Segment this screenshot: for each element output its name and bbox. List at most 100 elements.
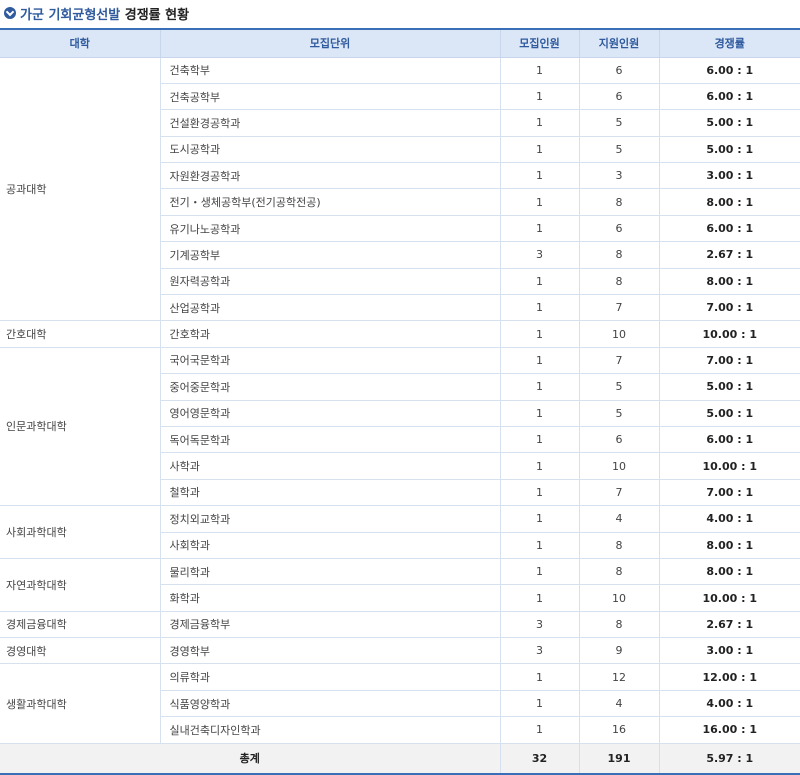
applicants-cell: 10 [579,584,660,612]
college-cell: 경영대학 [0,637,161,665]
applicants-cell: 16 [579,716,660,744]
quota-cell: 1 [500,109,580,137]
ratio-cell: 8.00 : 1 [659,188,800,216]
ratio-cell: 7.00 : 1 [659,347,800,375]
quota-cell: 1 [500,136,580,164]
ratio-cell: 2.67 : 1 [659,241,800,269]
ratio-cell: 8.00 : 1 [659,268,800,296]
section-title: 가군 기회균형선발 경쟁률 현황 [4,3,189,23]
ratio-cell: 5.00 : 1 [659,109,800,137]
applicants-cell: 8 [579,268,660,296]
department-cell: 도시공학과 [160,136,501,164]
ratio-cell: 10.00 : 1 [659,320,800,348]
total-quota: 32 [500,742,580,775]
header-college: 대학 [0,28,161,58]
applicants-cell: 6 [579,83,660,111]
quota-cell: 1 [500,558,580,586]
ratio-cell: 10.00 : 1 [659,452,800,480]
quota-cell: 1 [500,320,580,348]
quota-cell: 3 [500,241,580,269]
department-cell: 중어중문학과 [160,373,501,401]
ratio-cell: 6.00 : 1 [659,83,800,111]
college-cell: 사회과학대학 [0,505,161,559]
applicants-cell: 9 [579,637,660,665]
department-cell: 건축공학부 [160,83,501,111]
applicants-cell: 5 [579,109,660,137]
department-cell: 철학과 [160,479,501,507]
department-cell: 사회학과 [160,532,501,559]
applicants-cell: 8 [579,241,660,269]
college-cell: 자연과학대학 [0,558,161,612]
table-row: 인문과학대학 국어국문학과 1 7 7.00 : 1 [0,347,800,507]
quota-cell: 1 [500,690,580,718]
table-header-row: 대학 모집단위 모집인원 지원인원 경쟁률 [0,28,800,58]
header-ratio: 경쟁률 [659,28,800,58]
applicants-cell: 7 [579,347,660,375]
department-cell: 영어영문학과 [160,400,501,427]
ratio-cell: 6.00 : 1 [659,57,800,84]
department-cell: 경영학부 [160,637,501,665]
quota-cell: 1 [500,268,580,296]
quota-cell: 1 [500,162,580,190]
total-label: 총계 [0,742,501,775]
department-cell: 전기・생체공학부(전기공학전공) [160,188,501,216]
quota-cell: 1 [500,479,580,507]
applicants-cell: 5 [579,400,660,427]
college-cell: 경제금융대학 [0,611,161,639]
ratio-cell: 5.00 : 1 [659,136,800,164]
title-highlight: 가군 기회균형선발 [20,7,121,23]
department-cell: 간호학과 [160,320,501,348]
ratio-cell: 5.00 : 1 [659,373,800,401]
applicants-cell: 5 [579,373,660,401]
department-cell: 원자력공학과 [160,268,501,296]
ratio-cell: 4.00 : 1 [659,690,800,718]
quota-cell: 1 [500,373,580,401]
department-cell: 국어국문학과 [160,347,501,375]
quota-cell: 3 [500,637,580,665]
table-row: 자연과학대학 물리학과 1 8 8.00 : 1 [0,558,800,612]
ratio-cell: 8.00 : 1 [659,558,800,586]
ratio-cell: 3.00 : 1 [659,637,800,665]
competition-rate-table: 대학 모집단위 모집인원 지원인원 경쟁률 공과대학 건축학부 1 6 6.00 : 1… [0,28,800,775]
applicants-cell: 6 [579,426,660,454]
applicants-cell: 12 [579,663,660,691]
quota-cell: 1 [500,215,580,243]
applicants-cell: 5 [579,136,660,164]
applicants-cell: 4 [579,690,660,718]
ratio-cell: 6.00 : 1 [659,215,800,243]
applicants-cell: 7 [579,479,660,507]
applicants-cell: 4 [579,505,660,533]
ratio-cell: 6.00 : 1 [659,426,800,454]
department-cell: 경제금융학부 [160,611,501,639]
table-row: 사회과학대학 정치외교학과 1 4 4.00 : 1 [0,505,800,559]
quota-cell: 1 [500,83,580,111]
ratio-cell: 2.67 : 1 [659,611,800,639]
department-cell: 유기나노공학과 [160,215,501,243]
applicants-cell: 6 [579,215,660,243]
ratio-cell: 16.00 : 1 [659,716,800,744]
quota-cell: 1 [500,505,580,533]
college-cell: 간호대학 [0,320,161,348]
quota-cell: 1 [500,452,580,480]
total-ratio: 5.97 : 1 [659,742,800,775]
ratio-cell: 8.00 : 1 [659,532,800,559]
quota-cell: 1 [500,584,580,612]
applicants-cell: 7 [579,294,660,322]
department-cell: 정치외교학과 [160,505,501,533]
department-cell: 건축학부 [160,57,501,84]
department-cell: 식품영양학과 [160,690,501,718]
department-cell: 산업공학과 [160,294,501,322]
quota-cell: 1 [500,426,580,454]
department-cell: 물리학과 [160,558,501,586]
quota-cell: 1 [500,400,580,427]
ratio-cell: 3.00 : 1 [659,162,800,190]
applicants-cell: 8 [579,558,660,586]
ratio-cell: 10.00 : 1 [659,584,800,612]
table-body: 공과대학 건축학부 1 6 6.00 : 1 건축공학부 1 6 6.00 : 1 건설환경공학과… [0,57,800,744]
header-quota: 모집인원 [500,28,580,58]
department-cell: 실내건축디자인학과 [160,716,501,744]
ratio-cell: 4.00 : 1 [659,505,800,533]
applicants-cell: 3 [579,162,660,190]
applicants-cell: 8 [579,611,660,639]
check-circle-icon [4,7,16,19]
